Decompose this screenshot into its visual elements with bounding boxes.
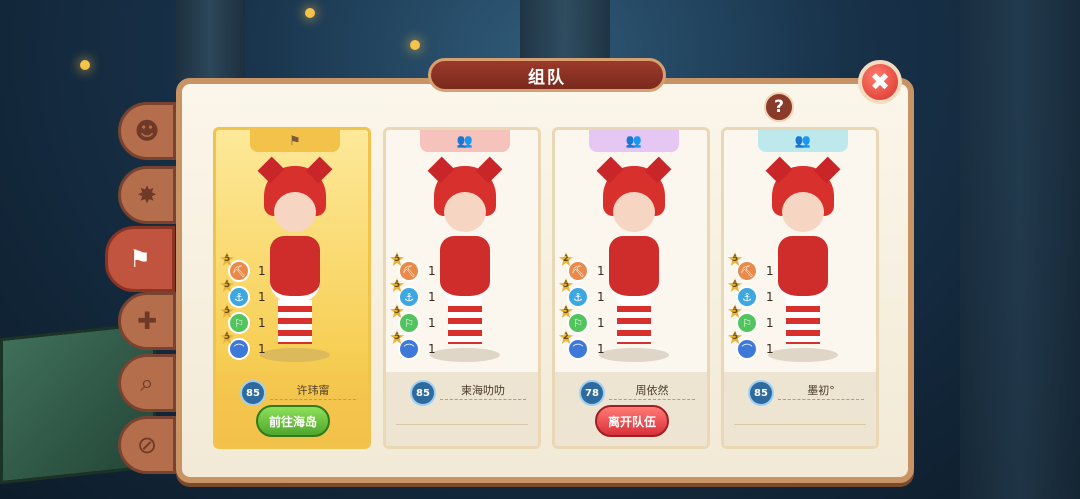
skill-list: 5 ⛏ 1 5 ⚓ 1 5 ⚐ 1 5 ⌒ 1: [728, 252, 788, 362]
player-name: 许玮甯: [270, 382, 356, 400]
skill-count: 1: [428, 290, 436, 304]
skill-count: 1: [766, 290, 774, 304]
side-tab-skull-face[interactable]: ☻: [118, 102, 176, 160]
team-icon: 👥: [625, 133, 643, 149]
side-tab-add-friend[interactable]: ✚: [118, 292, 176, 350]
level-badge: 85: [410, 380, 436, 406]
skill-row: 5 ⚐ 1: [728, 304, 788, 336]
net-icon: ⌒: [736, 338, 758, 360]
fishing-icon: ⚓: [567, 286, 589, 308]
skill-row: 2 ⛏ 1: [559, 252, 619, 284]
skill-row: 5 ⚓ 1: [559, 278, 619, 310]
skill-row: 5 ⛏ 1: [728, 252, 788, 284]
skill-row: 2 ⌒ 1: [559, 330, 619, 362]
player-name: 柬海叻叻: [440, 382, 526, 400]
skill-list: 5 ⛏ 1 5 ⚓ 1 5 ⚐ 1 5 ⌒ 1: [220, 252, 280, 362]
skill-count: 1: [428, 264, 436, 278]
skill-list: 5 ⛏ 1 5 ⚓ 1 5 ⚐ 1 5 ⌒ 1: [390, 252, 450, 362]
skill-row: 5 ⚐ 1: [559, 304, 619, 336]
flag-icon: ⚑: [129, 245, 151, 273]
flag-green-icon: ⚐: [736, 312, 758, 334]
skull-face-icon: ☻: [134, 117, 160, 145]
level-badge: 78: [579, 380, 605, 406]
net-icon: ⌒: [398, 338, 420, 360]
skill-row: 5 ⚓ 1: [728, 278, 788, 310]
net-icon: ⌒: [567, 338, 589, 360]
skill-count: 1: [766, 342, 774, 356]
skill-count: 1: [258, 290, 266, 304]
skill-list: 2 ⛏ 1 5 ⚓ 1 5 ⚐ 1 2 ⌒ 1: [559, 252, 619, 362]
skill-count: 1: [428, 316, 436, 330]
team-member-tag: 👥: [420, 130, 510, 152]
flag-green-icon: ⚐: [567, 312, 589, 334]
flag-green-icon: ⚐: [398, 312, 420, 334]
fishing-icon: ⚓: [398, 286, 420, 308]
skill-row: 5 ⌒ 1: [728, 330, 788, 362]
skill-row: 5 ⚐ 1: [220, 304, 280, 336]
member-card[interactable]: 👥 5 ⛏ 1 5 ⚓ 1 5 ⚐ 1 5 ⌒ 1 85 柬海叻叻: [383, 127, 541, 449]
member-card[interactable]: 👥 2 ⛏ 1 5 ⚓ 1 5 ⚐ 1 2 ⌒ 1 78 周依然 离开队伍: [552, 127, 710, 449]
skill-count: 1: [597, 264, 605, 278]
skill-count: 1: [258, 342, 266, 356]
skill-row: 5 ⚓ 1: [220, 278, 280, 310]
footer-ornament: [734, 414, 866, 425]
skill-row: 5 ⚓ 1: [390, 278, 450, 310]
skill-count: 1: [766, 316, 774, 330]
search-icon: ⌕: [140, 369, 154, 397]
net-icon: ⌒: [228, 338, 250, 360]
player-name: 墨初°: [778, 382, 864, 400]
team-member-tag: 👥: [758, 130, 848, 152]
skill-row: 5 ⛏ 1: [390, 252, 450, 284]
skill-count: 1: [766, 264, 774, 278]
pickaxe-icon: ⛏: [567, 260, 589, 282]
team-icon: 👥: [456, 133, 474, 149]
team-member-tag: 👥: [589, 130, 679, 152]
pickaxe-icon: ⛏: [398, 260, 420, 282]
side-tab-flag[interactable]: ⚑: [105, 226, 175, 292]
member-card[interactable]: ⚑ 5 ⛏ 1 5 ⚓ 1 5 ⚐ 1 5 ⌒ 1 85 许玮甯 前往海岛: [213, 127, 371, 449]
level-badge: 85: [748, 380, 774, 406]
team-icon: 👥: [794, 133, 812, 149]
help-button[interactable]: ?: [764, 92, 794, 122]
flag-green-icon: ⚐: [228, 312, 250, 334]
skill-count: 1: [597, 290, 605, 304]
pickaxe-icon: ⛏: [228, 260, 250, 282]
side-tab-block-user[interactable]: ⊘: [118, 416, 176, 474]
side-tab-shield-crest[interactable]: ✸: [118, 166, 176, 224]
leader-flag-tag: ⚑: [250, 130, 340, 152]
panel-title: 组队: [428, 58, 666, 92]
skill-row: 5 ⌒ 1: [220, 330, 280, 362]
leave-team-button[interactable]: 离开队伍: [595, 405, 669, 437]
skill-row: 5 ⌒ 1: [390, 330, 450, 362]
skill-count: 1: [597, 342, 605, 356]
block-user-icon: ⊘: [136, 431, 158, 459]
fishing-icon: ⚓: [228, 286, 250, 308]
skill-count: 1: [597, 316, 605, 330]
fishing-icon: ⚓: [736, 286, 758, 308]
member-card[interactable]: 👥 5 ⛏ 1 5 ⚓ 1 5 ⚐ 1 5 ⌒ 1 85 墨初°: [721, 127, 879, 449]
flag-icon: ⚑: [289, 133, 301, 149]
side-tab-search[interactable]: ⌕: [118, 354, 176, 412]
close-button[interactable]: ✖: [858, 60, 902, 104]
skill-count: 1: [258, 264, 266, 278]
skill-count: 1: [258, 316, 266, 330]
skill-row: 5 ⚐ 1: [390, 304, 450, 336]
add-friend-icon: ✚: [136, 307, 158, 335]
go-to-island-button[interactable]: 前往海岛: [256, 405, 330, 437]
pickaxe-icon: ⛏: [736, 260, 758, 282]
footer-ornament: [396, 414, 528, 425]
player-name: 周依然: [609, 382, 695, 400]
shield-crest-icon: ✸: [136, 181, 158, 209]
skill-count: 1: [428, 342, 436, 356]
level-badge: 85: [240, 380, 266, 406]
skill-row: 5 ⛏ 1: [220, 252, 280, 284]
